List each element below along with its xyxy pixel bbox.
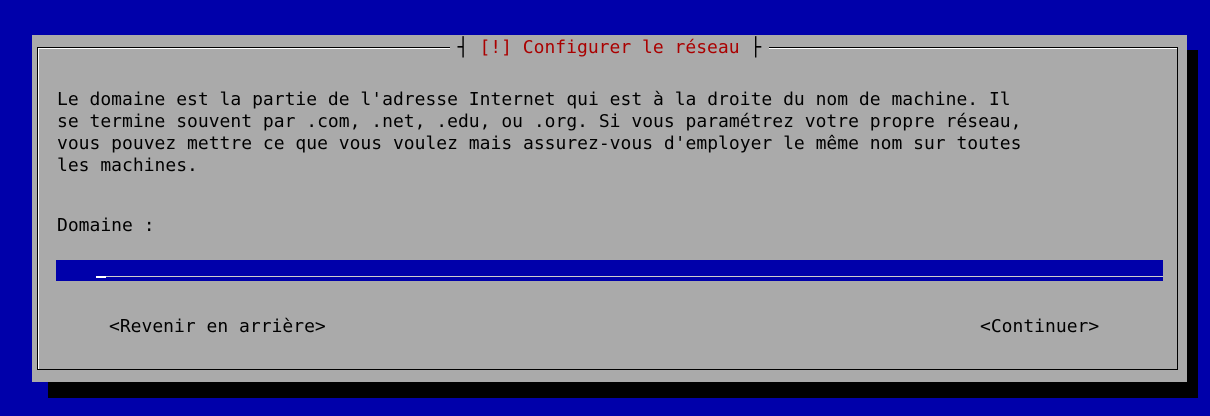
- input-underline: [106, 276, 1163, 277]
- domain-label: Domaine :: [57, 215, 155, 236]
- dialog-title-bar: ┤ [!] Configurer le réseau ├: [32, 37, 1187, 59]
- back-button[interactable]: <Revenir en arrière>: [109, 316, 326, 338]
- continue-button[interactable]: <Continuer>: [980, 316, 1099, 338]
- dialog-description: Le domaine est la partie de l'adresse In…: [57, 89, 1022, 176]
- configure-network-dialog: ┤ [!] Configurer le réseau ├ Le domaine …: [32, 35, 1187, 382]
- text-cursor: [96, 276, 106, 278]
- title-left-bracket: ┤: [457, 37, 469, 58]
- dialog-title: ┤ [!] Configurer le réseau ├: [449, 37, 770, 59]
- domain-input[interactable]: home: [56, 260, 1163, 281]
- title-right-bracket: ├: [750, 37, 762, 58]
- dialog-title-text: [!] Configurer le réseau: [479, 37, 740, 58]
